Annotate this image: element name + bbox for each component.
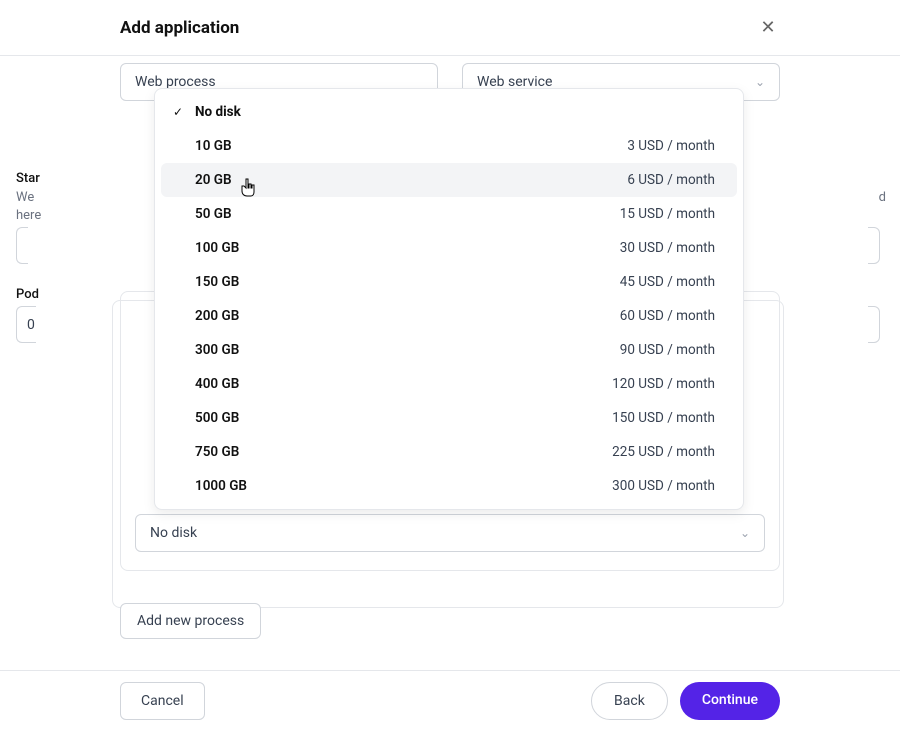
start-help-line1: We (16, 190, 34, 205)
chevron-down-icon: ⌄ (740, 526, 750, 540)
continue-button[interactable]: Continue (680, 682, 780, 720)
pod-input-edge-right (868, 306, 880, 343)
disk-option-label: 1000 GB (195, 478, 247, 494)
pod-label-partial: Pod (16, 287, 39, 302)
modal-header: Add application ✕ (0, 0, 900, 56)
disk-option-label: 300 GB (195, 342, 239, 358)
disk-option-label: 150 GB (195, 274, 239, 290)
disk-option[interactable]: 1000 GB 300 USD / month (161, 469, 737, 503)
disk-option-label: 20 GB (195, 172, 232, 188)
cancel-button[interactable]: Cancel (120, 682, 205, 720)
disk-option[interactable]: 20 GB 6 USD / month (161, 163, 737, 197)
disk-option-label: 750 GB (195, 444, 239, 460)
close-icon[interactable]: ✕ (756, 16, 780, 40)
disk-option-price: 15 USD / month (620, 206, 715, 222)
modal-footer: Cancel Back Continue (0, 670, 900, 730)
disk-option[interactable]: 500 GB 150 USD / month (161, 401, 737, 435)
disk-option-label: 50 GB (195, 206, 232, 222)
start-help-line2: here (16, 208, 41, 223)
disk-option-price: 60 USD / month (620, 308, 715, 324)
disk-option[interactable]: 50 GB 15 USD / month (161, 197, 737, 231)
start-label-partial: Star (16, 171, 40, 186)
disk-option[interactable]: 750 GB 225 USD / month (161, 435, 737, 469)
disk-option[interactable]: 100 GB 30 USD / month (161, 231, 737, 265)
disk-option[interactable]: No disk (161, 95, 737, 129)
add-process-row: Add new process (120, 603, 780, 639)
disk-option-label: No disk (195, 104, 241, 120)
disk-option-label: 100 GB (195, 240, 239, 256)
chevron-down-icon: ⌄ (755, 75, 765, 89)
disk-size-dropdown: No disk 10 GB 3 USD / month 20 GB 6 USD / mo… (154, 88, 744, 510)
add-process-button[interactable]: Add new process (120, 603, 261, 639)
disk-option[interactable]: 200 GB 60 USD / month (161, 299, 737, 333)
disk-size-select[interactable]: No disk ⌄ (135, 514, 765, 552)
disk-option-label: 400 GB (195, 376, 239, 392)
disk-option[interactable]: 10 GB 3 USD / month (161, 129, 737, 163)
disk-option[interactable]: 300 GB 90 USD / month (161, 333, 737, 367)
disk-option-price: 30 USD / month (620, 240, 715, 256)
disk-size-value: No disk (150, 525, 197, 541)
disk-option-label: 500 GB (195, 410, 239, 426)
start-help-trail: d (879, 190, 886, 205)
page-title: Add application (120, 18, 239, 38)
disk-option[interactable]: 150 GB 45 USD / month (161, 265, 737, 299)
disk-option-price: 6 USD / month (627, 172, 715, 188)
disk-option-price: 300 USD / month (612, 478, 715, 494)
disk-option-price: 3 USD / month (627, 138, 715, 154)
disk-option-price: 90 USD / month (620, 342, 715, 358)
footer-right: Back Continue (591, 682, 780, 720)
disk-option-price: 150 USD / month (612, 410, 715, 426)
start-input-edge (868, 227, 880, 264)
start-input-edge-left (16, 227, 28, 264)
disk-option-label: 10 GB (195, 138, 232, 154)
disk-option-price: 225 USD / month (612, 444, 715, 460)
pod-input-edge-left: 0 (16, 306, 36, 343)
disk-option-price: 120 USD / month (612, 376, 715, 392)
back-button[interactable]: Back (591, 682, 668, 720)
disk-option-price: 45 USD / month (620, 274, 715, 290)
disk-option-label: 200 GB (195, 308, 239, 324)
disk-option[interactable]: 400 GB 120 USD / month (161, 367, 737, 401)
